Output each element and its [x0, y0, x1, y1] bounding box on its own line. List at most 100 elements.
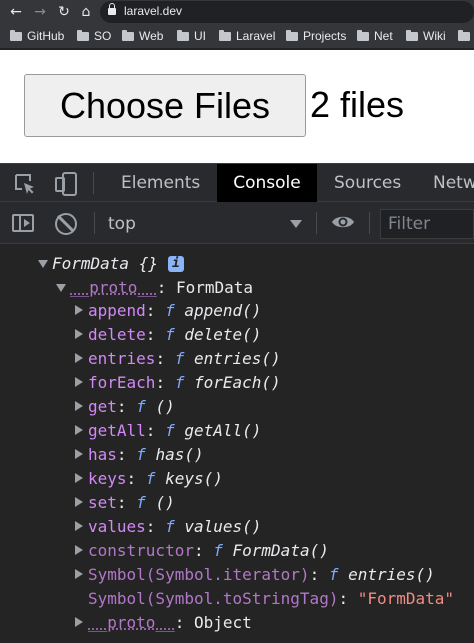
devtools-tabbar: Elements Console Sources Netw — [0, 163, 474, 202]
tree-row-formdata[interactable]: FormData {} i — [36, 252, 184, 276]
property-key: set — [88, 493, 117, 512]
show-sidebar-icon[interactable] — [12, 214, 34, 232]
property-value: FormData — [176, 278, 253, 297]
property-key: has — [88, 445, 117, 464]
bookmark-ui[interactable]: UI — [177, 29, 206, 45]
expand-triangle-icon[interactable] — [75, 353, 83, 363]
folder-icon — [10, 32, 22, 41]
choose-files-button[interactable]: Choose Files — [24, 74, 306, 137]
browser-toolbar: ← → ↻ ⌂ laravel.dev — [0, 0, 474, 24]
back-arrow-icon[interactable]: ← — [6, 2, 26, 22]
bookmark-web[interactable]: Web — [122, 29, 163, 45]
device-toolbar-icon[interactable] — [54, 172, 78, 196]
expand-triangle-icon[interactable] — [75, 377, 83, 387]
bookmark-label: Projects — [303, 29, 346, 43]
tab-elements[interactable]: Elements — [105, 164, 216, 202]
tree-row-entry[interactable]: has: f has() — [72, 443, 204, 467]
web-page: Choose Files 2 files — [0, 50, 474, 163]
expand-triangle-icon[interactable] — [75, 305, 83, 315]
bookmark-laravel[interactable]: Laravel — [219, 29, 275, 45]
tab-console[interactable]: Console — [217, 164, 317, 202]
bookmark-so[interactable]: SO — [77, 29, 111, 45]
property-value: Object — [194, 613, 252, 632]
folder-icon — [177, 32, 189, 41]
bookmark-projects[interactable]: Projects — [286, 29, 346, 45]
divider — [94, 212, 95, 234]
property-key: getAll — [88, 421, 146, 440]
home-icon[interactable]: ⌂ — [76, 2, 96, 22]
reload-icon[interactable]: ↻ — [54, 2, 74, 22]
expand-triangle-icon[interactable] — [75, 521, 83, 531]
forward-arrow-icon[interactable]: → — [30, 2, 50, 22]
function-signature: delete() — [184, 325, 261, 344]
tree-row-entry[interactable]: get: f () — [72, 395, 175, 419]
expand-triangle-icon[interactable] — [38, 260, 48, 268]
context-selector[interactable]: top — [108, 212, 308, 236]
tree-row-entry[interactable]: append: f append() — [72, 299, 261, 323]
filter-field[interactable] — [380, 209, 474, 239]
divider — [93, 172, 94, 194]
bookmark-net[interactable]: Net — [357, 29, 393, 45]
divider — [316, 212, 317, 234]
tree-row-entry[interactable]: values: f values() — [72, 515, 261, 539]
tree-row-entry[interactable]: Symbol(Symbol.iterator): f entries() — [72, 563, 435, 587]
expand-triangle-icon[interactable] — [75, 329, 83, 339]
tree-row-entry[interactable]: constructor: f FormData() — [72, 539, 329, 563]
tab-network[interactable]: Netw — [417, 164, 474, 202]
tree-row-entry[interactable]: keys: f keys() — [72, 467, 223, 491]
bookmark-wiki[interactable]: Wiki — [406, 29, 446, 45]
info-icon[interactable]: i — [168, 256, 184, 272]
property-value: "FormData" — [358, 589, 454, 608]
bookmark-github[interactable]: GitHub — [10, 29, 64, 45]
property-key: append — [88, 301, 146, 320]
property-key: delete — [88, 325, 146, 344]
function-signature: values() — [184, 517, 261, 536]
property-key: __proto__ — [88, 613, 175, 632]
expand-triangle-icon[interactable] — [75, 473, 83, 483]
folder-icon — [77, 32, 89, 41]
tree-row-entry[interactable]: forEach: f forEach() — [72, 371, 281, 395]
expand-triangle-icon[interactable] — [75, 569, 83, 579]
function-signature: has() — [155, 445, 203, 464]
tree-row-entry[interactable]: entries: f entries() — [72, 347, 281, 371]
property-key: get — [88, 397, 117, 416]
function-marker: f — [175, 349, 185, 368]
function-marker: f — [136, 493, 146, 512]
file-count-label: 2 files — [310, 84, 404, 126]
console-output: FormData {} i __proto__: FormData append:… — [0, 244, 474, 643]
bookmark-label: Wiki — [423, 29, 446, 43]
expand-triangle-icon[interactable] — [75, 449, 83, 459]
tree-row-entry[interactable]: getAll: f getAll() — [72, 419, 261, 443]
folder-icon — [458, 32, 470, 41]
filter-input[interactable] — [381, 210, 473, 238]
clear-console-icon[interactable] — [55, 213, 77, 235]
property-key: Symbol(Symbol.toStringTag) — [88, 589, 338, 608]
function-marker: f — [146, 469, 156, 488]
bookmark-more[interactable] — [458, 29, 474, 45]
property-key: values — [88, 517, 146, 536]
function-signature: () — [155, 397, 174, 416]
property-key: constructor — [88, 541, 194, 560]
lock-icon — [108, 7, 116, 16]
expand-triangle-icon[interactable] — [75, 617, 83, 627]
function-marker: f — [165, 301, 175, 320]
function-marker: f — [175, 373, 185, 392]
inspect-element-icon[interactable] — [14, 173, 36, 195]
console-toolbar: top — [0, 202, 474, 244]
tree-row-entry[interactable]: delete: f delete() — [72, 323, 261, 347]
expand-triangle-icon[interactable] — [75, 401, 83, 411]
context-value: top — [108, 212, 136, 236]
folder-icon — [122, 32, 134, 41]
expand-triangle-icon[interactable] — [75, 425, 83, 435]
tree-row-proto[interactable]: __proto__: FormData — [54, 276, 253, 300]
expand-triangle-icon[interactable] — [56, 284, 66, 292]
tree-row-inner-proto[interactable]: __proto__: Object — [72, 611, 252, 635]
function-marker: f — [165, 325, 175, 344]
function-marker: f — [136, 445, 146, 464]
tree-row-entry[interactable]: set: f () — [72, 491, 175, 515]
eye-icon[interactable] — [331, 214, 355, 230]
expand-triangle-icon[interactable] — [75, 545, 83, 555]
address-bar[interactable]: laravel.dev — [100, 1, 474, 23]
expand-triangle-icon[interactable] — [75, 497, 83, 507]
tab-sources[interactable]: Sources — [318, 164, 417, 202]
